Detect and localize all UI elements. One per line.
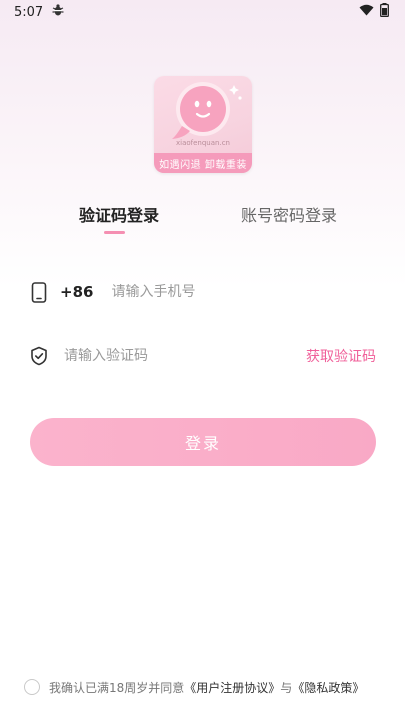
battery-icon — [380, 3, 389, 21]
bug-icon — [51, 3, 65, 21]
agreement-row: 我确认已满18周岁并同意 《用户注册协议》 与 《隐私政策》 — [24, 677, 394, 697]
status-bar: 5:07 — [0, 0, 405, 24]
login-button[interactable]: 登录 — [30, 418, 376, 466]
country-code[interactable]: +86 — [60, 283, 93, 301]
tab-sms-login[interactable]: 验证码登录 — [79, 202, 159, 226]
logo-banner: 如遇闪退 卸载重装 — [154, 153, 252, 173]
verification-code-input[interactable] — [64, 348, 264, 364]
phone-icon — [30, 281, 48, 303]
user-agreement-link[interactable]: 《用户注册协议》 — [184, 679, 280, 696]
status-time: 5:07 — [14, 4, 44, 20]
agreement-connector: 与 — [280, 680, 293, 695]
status-left: 5:07 — [14, 3, 65, 21]
get-code-button[interactable]: 获取验证码 — [306, 346, 376, 366]
agreement-prefix: 我确认已满18周岁并同意 — [49, 680, 185, 695]
tab-password-login[interactable]: 账号密码登录 — [241, 202, 337, 226]
phone-row: +86 — [30, 277, 376, 307]
code-row: 获取验证码 — [30, 341, 376, 371]
logo-site-text: xiaofenquan.cn — [176, 139, 230, 147]
app-logo: xiaofenquan.cn 如遇闪退 卸载重装 — [154, 76, 252, 173]
privacy-policy-link[interactable]: 《隐私政策》 — [292, 679, 364, 696]
shield-icon — [30, 345, 48, 367]
status-right — [359, 3, 389, 21]
agreement-checkbox[interactable] — [24, 679, 40, 695]
wifi-icon — [359, 4, 374, 20]
login-tabs: 验证码登录 账号密码登录 — [0, 202, 405, 242]
tab-active-indicator — [104, 231, 125, 234]
phone-input[interactable] — [111, 284, 342, 300]
